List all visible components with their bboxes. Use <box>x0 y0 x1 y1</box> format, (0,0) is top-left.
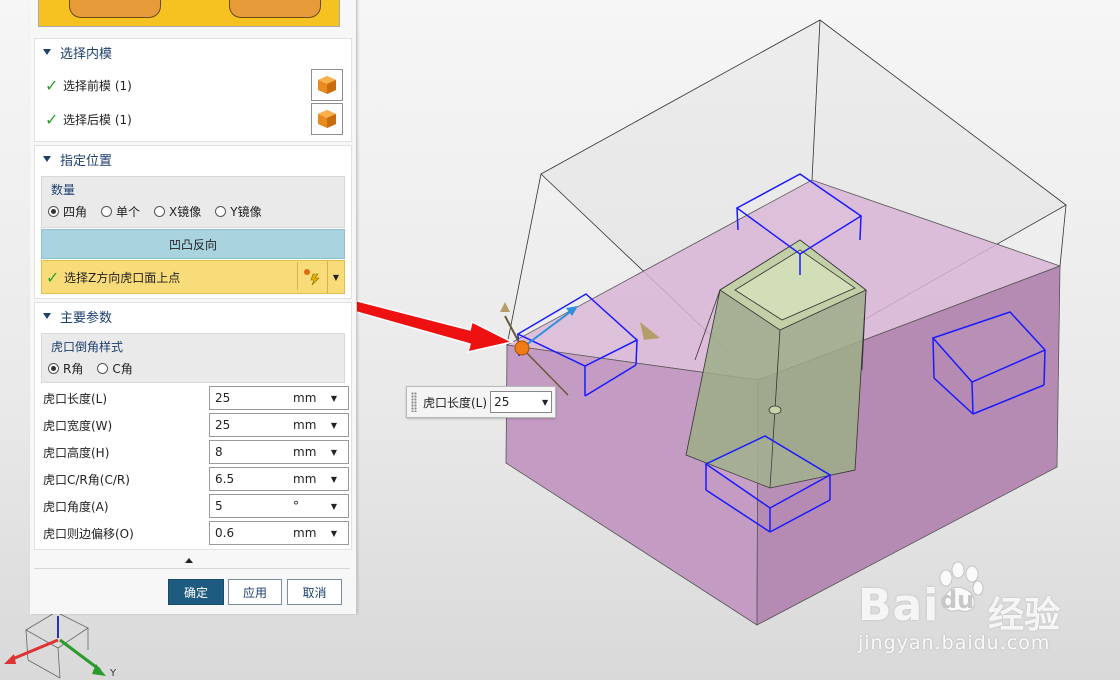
baidu-watermark: Bai du 经验 jingyan.baidu.com <box>858 560 1098 660</box>
radio-single[interactable]: 单个 <box>101 203 140 220</box>
triad-y-label: Y <box>110 668 117 679</box>
check-icon: ✓ <box>46 267 60 287</box>
height-input[interactable]: 8 mm ▼ <box>209 440 349 464</box>
width-input[interactable]: 25 mm ▼ <box>209 413 349 437</box>
floating-label: 虎口长度(L) <box>423 395 488 410</box>
chevron-down-icon: ▼ <box>330 501 338 511</box>
cube-icon <box>318 76 336 94</box>
chevron-down-icon: ▼ <box>330 420 338 430</box>
collapse-triangle-icon <box>43 156 51 162</box>
angle-input[interactable]: 5 ° ▼ <box>209 494 349 518</box>
floating-length-input: 虎口长度(L) 25 ▼ <box>406 386 556 418</box>
chamfer-title: 虎口倒角样式 <box>51 340 124 354</box>
collapse-up-icon[interactable] <box>185 558 193 563</box>
section-title: 指定位置 <box>60 153 113 169</box>
chevron-down-icon[interactable]: ▼ <box>327 261 344 293</box>
check-icon: ✓ <box>45 75 59 95</box>
chevron-down-icon: ▼ <box>541 397 549 407</box>
drag-grip-icon[interactable] <box>411 392 417 412</box>
select-back-mold-button[interactable] <box>311 103 343 135</box>
chevron-down-icon: ▼ <box>330 474 338 484</box>
select-back-mold-row[interactable]: ✓ 选择后模 (1) <box>45 103 343 135</box>
quantity-group: 数量 四角 单个 X镜像 Y镜像 <box>41 176 345 228</box>
floating-length-field[interactable]: 25 ▼ <box>490 391 553 413</box>
section-header-params[interactable]: 主要参数 <box>35 303 351 329</box>
front-mold-label: 选择前模 (1) <box>63 78 132 93</box>
check-icon: ✓ <box>45 109 59 129</box>
quantity-title: 数量 <box>51 183 76 197</box>
select-point-label: 选择Z方向虎口面上点 <box>64 270 181 285</box>
section-title: 主要参数 <box>60 310 113 326</box>
preview-image <box>38 0 340 27</box>
chevron-down-icon: ▼ <box>330 447 338 457</box>
apply-button[interactable]: 应用 <box>228 579 282 605</box>
select-front-mold-button[interactable] <box>311 69 343 101</box>
section-main-params: 主要参数 虎口倒角样式 R角 C角 虎口长度(L) 25 mm ▼ 虎口宽度(W) … <box>34 302 352 550</box>
ok-button[interactable]: 确定 <box>168 579 224 605</box>
radio-four-corners[interactable]: 四角 <box>48 203 87 220</box>
select-front-mold-row[interactable]: ✓ 选择前模 (1) <box>45 69 343 101</box>
flip-direction-button[interactable]: 凹凸反向 <box>41 229 345 259</box>
corner-input[interactable]: 6.5 mm ▼ <box>209 467 349 491</box>
offset-input[interactable]: 0.6 mm ▼ <box>209 521 349 545</box>
radio-r-corner[interactable]: R角 <box>48 360 83 377</box>
mold-interlock-dialog: 选择内模 ✓ 选择前模 (1) ✓ 选择后模 (1) 指定位置 数量 四角 单个… <box>30 0 357 614</box>
cube-icon <box>318 110 336 128</box>
section-inner-mold: 选择内模 ✓ 选择前模 (1) ✓ 选择后模 (1) <box>34 38 352 142</box>
param-row-length: 虎口长度(L) 25 mm ▼ <box>43 386 349 410</box>
param-row-angle: 虎口角度(A) 5 ° ▼ <box>43 494 349 518</box>
section-header-position[interactable]: 指定位置 <box>35 146 351 172</box>
param-row-height: 虎口高度(H) 8 mm ▼ <box>43 440 349 464</box>
cancel-button[interactable]: 取消 <box>287 579 342 605</box>
param-row-offset: 虎口则边偏移(O) 0.6 mm ▼ <box>43 521 349 545</box>
length-input[interactable]: 25 mm ▼ <box>209 386 349 410</box>
collapse-triangle-icon <box>43 49 51 55</box>
radio-c-corner[interactable]: C角 <box>97 360 133 377</box>
back-mold-label: 选择后模 (1) <box>63 112 132 127</box>
param-row-corner: 虎口C/R角(C/R) 6.5 mm ▼ <box>43 467 349 491</box>
section-position: 指定位置 数量 四角 单个 X镜像 Y镜像 凹凸反向 ✓ 选择Z方向虎口面上点 … <box>34 145 352 299</box>
chevron-down-icon: ▼ <box>330 393 338 403</box>
param-row-width: 虎口宽度(W) 25 mm ▼ <box>43 413 349 437</box>
point-snap-icon[interactable] <box>297 262 326 290</box>
radio-x-mirror[interactable]: X镜像 <box>154 203 201 220</box>
section-header-inner-mold[interactable]: 选择内模 <box>35 39 351 65</box>
radio-y-mirror[interactable]: Y镜像 <box>215 203 262 220</box>
chamfer-style-group: 虎口倒角样式 R角 C角 <box>41 333 345 383</box>
collapse-triangle-icon <box>43 313 51 319</box>
section-title: 选择内模 <box>60 46 113 62</box>
select-z-point-row[interactable]: ✓ 选择Z方向虎口面上点 ▼ <box>41 260 345 294</box>
chevron-down-icon: ▼ <box>330 528 338 538</box>
